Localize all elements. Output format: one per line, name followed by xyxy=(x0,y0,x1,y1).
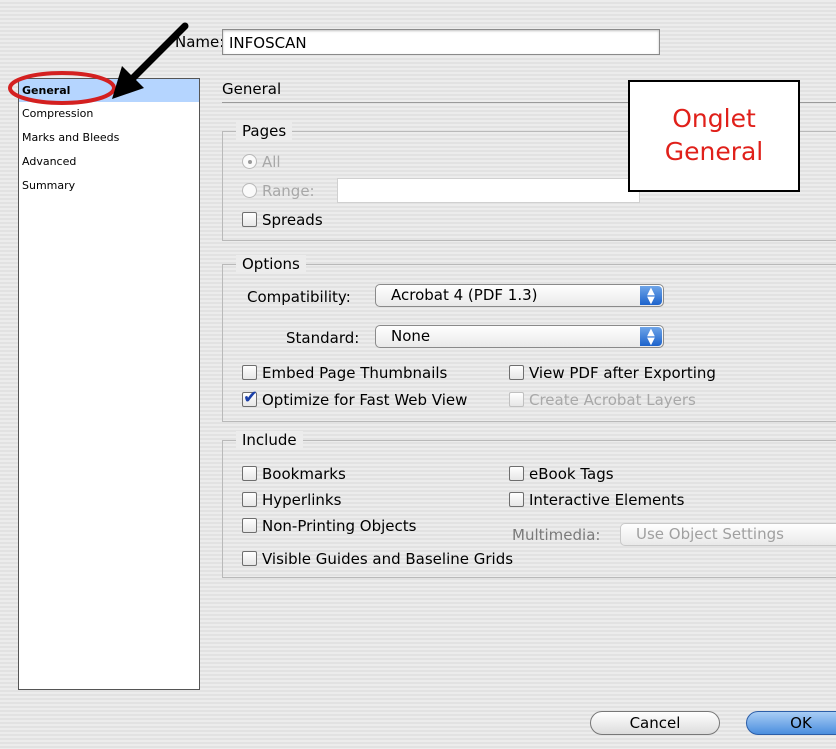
highlight-ellipse xyxy=(8,71,116,105)
annotation-overlay xyxy=(8,22,189,105)
pointer-arrow-icon xyxy=(112,22,189,99)
